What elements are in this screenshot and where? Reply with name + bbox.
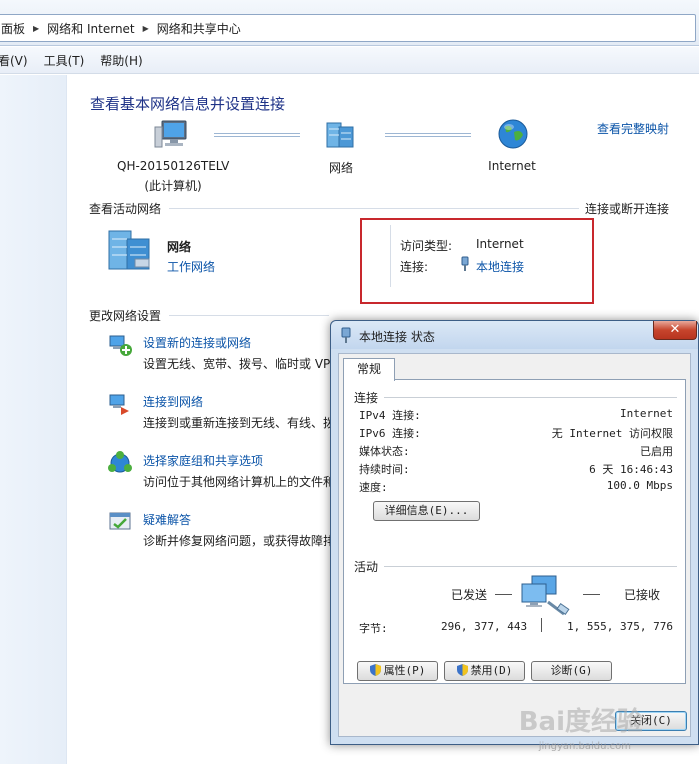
properties-button[interactable]: 属性(P)	[357, 661, 438, 681]
media-state-value: 已启用	[640, 445, 673, 458]
homegroup-icon	[108, 451, 132, 473]
duration-value: 6 天 16:46:43	[589, 463, 673, 476]
diagnose-button[interactable]: 诊断(G)	[531, 661, 612, 681]
active-networks-heading: 查看活动网络	[89, 202, 162, 216]
computer-node-note: (此计算机)	[144, 179, 202, 193]
bytes-label: 字节:	[359, 622, 388, 635]
group-divider	[384, 397, 677, 398]
ipv6-value: 无 Internet 访问权限	[551, 427, 673, 440]
breadcrumb-item-control-panel[interactable]: 面板	[1, 20, 25, 37]
navigation-pane	[0, 75, 67, 764]
baidu-watermark: Bai度经验	[518, 707, 643, 737]
bytes-sent-value: 296, 377, 443	[441, 620, 528, 633]
sent-label: 已发送	[451, 588, 488, 602]
task-description: 设置无线、宽带、拨号、临时或 VP	[143, 357, 331, 371]
ipv6-label: IPv6 连接:	[359, 427, 421, 440]
task-description: 连接到或重新连接到无线、有线、拨	[143, 416, 336, 430]
menu-view[interactable]: 看(V)	[0, 52, 36, 69]
activity-group-label: 活动	[354, 560, 379, 574]
breadcrumb-separator-icon[interactable]: ▶	[143, 24, 149, 33]
network-node-label: 网络	[328, 161, 353, 175]
menu-help[interactable]: 帮助(H)	[92, 52, 150, 69]
sent-connector	[495, 594, 512, 595]
group-divider	[384, 566, 677, 567]
section-divider	[169, 208, 579, 209]
bytes-received-value: 1, 555, 375, 776	[567, 620, 673, 633]
received-connector	[583, 594, 600, 595]
dialog-body: 常规 连接 IPv4 连接: Internet IPv6 连接: 无 Inter…	[338, 353, 691, 737]
task-title[interactable]: 疑难解答	[143, 511, 191, 528]
menu-tools[interactable]: 工具(T)	[36, 52, 93, 69]
baidu-watermark-url: jingyan.baidu.com	[538, 741, 631, 752]
connection-group-label: 连接	[354, 391, 379, 405]
breadcrumb-item-sharing-center[interactable]: 网络和共享中心	[157, 20, 241, 37]
page-title: 查看基本网络信息并设置连接	[90, 95, 286, 113]
local-connection-status-dialog: 本地连接 状态 ✕ 常规 连接 IPv4 连接: Internet IPv6 连…	[330, 320, 699, 745]
breadcrumb[interactable]: 面板 ▶ 网络和 Internet ▶ 网络和共享中心	[0, 14, 696, 42]
full-map-link[interactable]: 查看完整映射	[597, 120, 669, 137]
network-type-link[interactable]: 工作网络	[167, 258, 215, 275]
details-button[interactable]: 详细信息(E)...	[373, 501, 480, 521]
active-network-name: 网络	[167, 240, 192, 254]
address-bar: 面板 ▶ 网络和 Internet ▶ 网络和共享中心	[0, 0, 699, 46]
network-activity-icon	[521, 575, 570, 616]
menu-bar: 看(V) 工具(T) 帮助(H)	[0, 47, 699, 74]
properties-button-label: 属性(P)	[383, 664, 426, 677]
task-description: 访问位于其他网络计算机上的文件和	[143, 475, 336, 489]
troubleshoot-icon	[109, 512, 131, 530]
activity-divider	[541, 618, 542, 632]
connect-network-icon	[109, 394, 129, 415]
new-connection-icon	[109, 335, 132, 356]
internet-node-label: Internet	[488, 159, 536, 173]
tab-general[interactable]: 常规	[343, 358, 395, 381]
connect-disconnect-link[interactable]: 连接或断开连接	[585, 200, 669, 217]
breadcrumb-item-network-internet[interactable]: 网络和 Internet	[47, 20, 134, 37]
work-network-icon	[108, 230, 150, 270]
task-title[interactable]: 设置新的连接或网络	[143, 334, 251, 351]
disable-button[interactable]: 禁用(D)	[444, 661, 525, 681]
dialog-titlebar[interactable]: 本地连接 状态 ✕	[331, 321, 698, 349]
dialog-title: 本地连接 状态	[359, 330, 435, 344]
uac-shield-icon	[456, 664, 468, 676]
breadcrumb-separator-icon[interactable]: ▶	[33, 24, 39, 33]
map-connector-line	[385, 133, 471, 137]
section-divider	[169, 315, 329, 316]
computer-node-name: QH-20150126TELV	[117, 159, 230, 173]
computer-icon	[154, 120, 187, 148]
uac-shield-icon	[369, 664, 381, 676]
dialog-close-icon[interactable]: ✕	[653, 321, 697, 340]
disable-button-label: 禁用(D)	[470, 664, 513, 677]
internet-globe-icon	[498, 119, 528, 149]
media-state-label: 媒体状态:	[359, 445, 410, 458]
ethernet-plug-icon	[341, 327, 351, 343]
map-connector-line	[214, 133, 300, 137]
task-title[interactable]: 选择家庭组和共享选项	[143, 452, 263, 469]
duration-label: 持续时间:	[359, 463, 410, 476]
received-label: 已接收	[624, 588, 661, 602]
highlight-box	[360, 218, 594, 304]
network-icon	[326, 122, 354, 148]
ipv4-value: Internet	[620, 407, 673, 420]
speed-label: 速度:	[359, 481, 388, 494]
tab-panel-general: 连接 IPv4 连接: Internet IPv6 连接: 无 Internet…	[343, 379, 686, 684]
task-description: 诊断并修复网络问题，或获得故障排	[143, 534, 336, 548]
tab-strip: 常规	[343, 358, 686, 381]
task-title[interactable]: 连接到网络	[143, 393, 203, 410]
speed-value: 100.0 Mbps	[606, 479, 673, 492]
ipv4-label: IPv4 连接:	[359, 409, 421, 422]
change-settings-heading: 更改网络设置	[89, 309, 162, 323]
